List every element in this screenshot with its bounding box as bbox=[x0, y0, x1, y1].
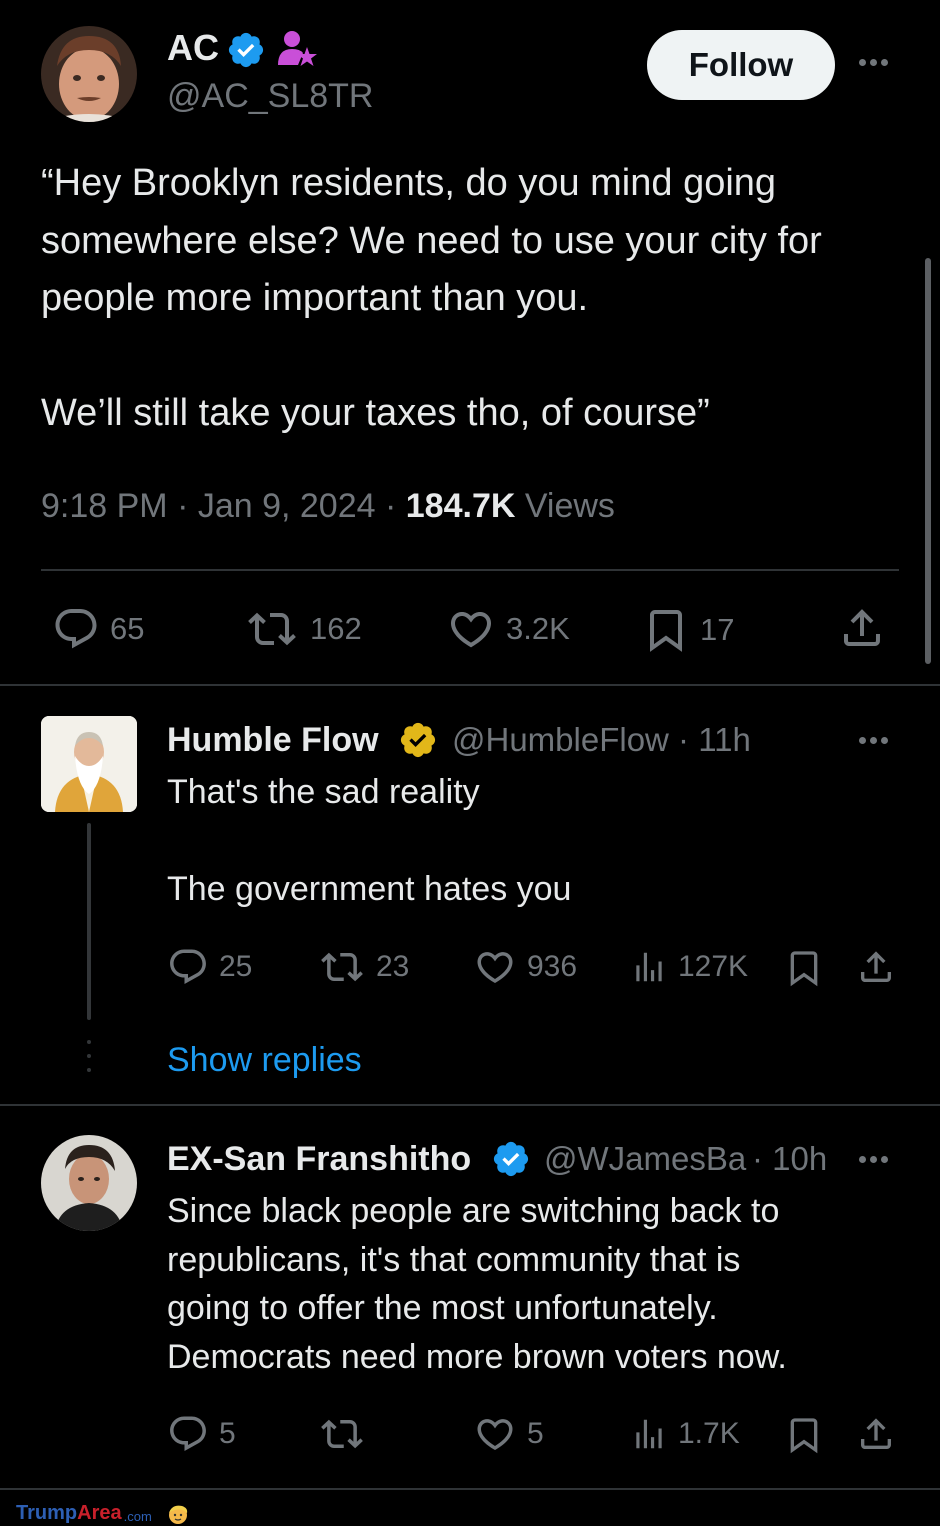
share-icon bbox=[861, 1418, 891, 1449]
reply-icon bbox=[170, 949, 206, 984]
reply-author-name[interactable]: Humble Flow bbox=[167, 719, 379, 761]
bookmark-button[interactable] bbox=[784, 1413, 824, 1457]
divider bbox=[0, 684, 940, 686]
author-name[interactable]: AC bbox=[167, 26, 219, 70]
repost-button[interactable] bbox=[318, 1413, 376, 1455]
like-icon bbox=[477, 1419, 513, 1451]
verified-badge-icon bbox=[491, 1139, 531, 1179]
reply-time[interactable]: · 10h bbox=[752, 1138, 827, 1180]
bookmark-button[interactable] bbox=[784, 946, 824, 990]
views-icon bbox=[636, 952, 662, 982]
repost-count: 162 bbox=[310, 611, 362, 646]
like-icon bbox=[477, 952, 513, 984]
repost-icon bbox=[248, 612, 296, 646]
author-avatar[interactable] bbox=[41, 26, 137, 122]
repost-icon bbox=[321, 952, 363, 982]
bookmark-count: 17 bbox=[700, 612, 735, 647]
like-count: 5 bbox=[527, 1417, 544, 1450]
reply-button[interactable]: 25 bbox=[167, 946, 252, 988]
watermark-part1: Trump bbox=[16, 1502, 78, 1524]
reply-text: That's the sad reality The government ha… bbox=[167, 773, 572, 908]
like-button[interactable]: 5 bbox=[473, 1413, 544, 1455]
scrollbar[interactable] bbox=[925, 258, 931, 664]
repost-icon bbox=[321, 1419, 363, 1449]
bookmark-button[interactable]: 17 bbox=[642, 605, 734, 655]
reply-count: 5 bbox=[219, 1417, 236, 1450]
share-button[interactable] bbox=[838, 603, 886, 653]
repost-count: 23 bbox=[376, 950, 410, 983]
bookmark-icon bbox=[790, 951, 818, 987]
reply-button[interactable]: 65 bbox=[52, 605, 144, 653]
more-icon[interactable] bbox=[859, 59, 888, 66]
verified-badge-icon bbox=[226, 30, 266, 70]
divider bbox=[0, 1488, 940, 1490]
reply-author-name[interactable]: EX-San Franshitho bbox=[167, 1138, 487, 1180]
watermark-logo: Trump Area .com bbox=[16, 1501, 190, 1526]
share-icon bbox=[844, 609, 880, 646]
views-count: 1.7K bbox=[678, 1417, 740, 1450]
views-count: 127K bbox=[678, 950, 749, 983]
follow-button[interactable]: Follow bbox=[647, 30, 835, 100]
views-button[interactable]: 127K bbox=[630, 946, 748, 988]
reply-avatar[interactable] bbox=[41, 716, 137, 812]
tweet-meta: 9:18 PM · Jan 9, 2024 · 184.7K Views bbox=[41, 484, 615, 528]
divider bbox=[0, 1104, 940, 1106]
show-replies-link[interactable]: Show replies bbox=[167, 1038, 362, 1082]
watermark-part2: Area bbox=[77, 1502, 122, 1524]
bookmark-icon bbox=[650, 610, 682, 652]
subscriber-badge-icon bbox=[276, 29, 318, 69]
like-count: 936 bbox=[527, 950, 578, 983]
tweet-timestamp[interactable]: 9:18 PM · Jan 9, 2024 · bbox=[41, 487, 406, 525]
thread-line bbox=[87, 823, 91, 1020]
repost-button[interactable]: 162 bbox=[244, 605, 362, 653]
reply-author-handle[interactable]: @WJamesBa bbox=[544, 1138, 749, 1180]
trump-face-icon bbox=[168, 1505, 187, 1524]
reply-button[interactable]: 5 bbox=[167, 1413, 236, 1455]
like-button[interactable]: 936 bbox=[473, 946, 577, 988]
views-icon bbox=[636, 1419, 662, 1449]
more-icon[interactable] bbox=[859, 737, 888, 744]
reply-text: Since black people are switching back to… bbox=[167, 1192, 787, 1376]
bookmark-icon bbox=[790, 1418, 818, 1454]
like-count: 3.2K bbox=[506, 611, 570, 646]
thread-dots bbox=[87, 1040, 91, 1082]
like-icon bbox=[450, 612, 492, 648]
share-icon bbox=[861, 951, 891, 982]
views-button[interactable]: 1.7K bbox=[630, 1413, 740, 1455]
share-button[interactable] bbox=[856, 1412, 896, 1456]
watermark-part3: .com bbox=[123, 1508, 152, 1524]
repost-button[interactable]: 23 bbox=[318, 946, 409, 988]
share-button[interactable] bbox=[856, 945, 896, 989]
divider bbox=[41, 569, 899, 571]
verified-badge-icon bbox=[398, 720, 438, 760]
reply-icon bbox=[170, 1416, 206, 1451]
views-label: Views bbox=[515, 487, 615, 525]
reply-avatar[interactable] bbox=[41, 1135, 137, 1231]
tweet-text: “Hey Brooklyn residents, do you mind goi… bbox=[41, 162, 822, 434]
more-icon[interactable] bbox=[859, 1156, 888, 1163]
author-handle[interactable]: @AC_SL8TR bbox=[167, 75, 373, 117]
views-count: 184.7K bbox=[405, 487, 516, 525]
reply-author-handle[interactable]: @HumbleFlow · 11h bbox=[452, 719, 751, 761]
reply-icon bbox=[55, 609, 97, 649]
reply-count: 25 bbox=[219, 950, 253, 983]
reply-count: 65 bbox=[110, 611, 145, 646]
like-button[interactable]: 3.2K bbox=[446, 605, 570, 653]
